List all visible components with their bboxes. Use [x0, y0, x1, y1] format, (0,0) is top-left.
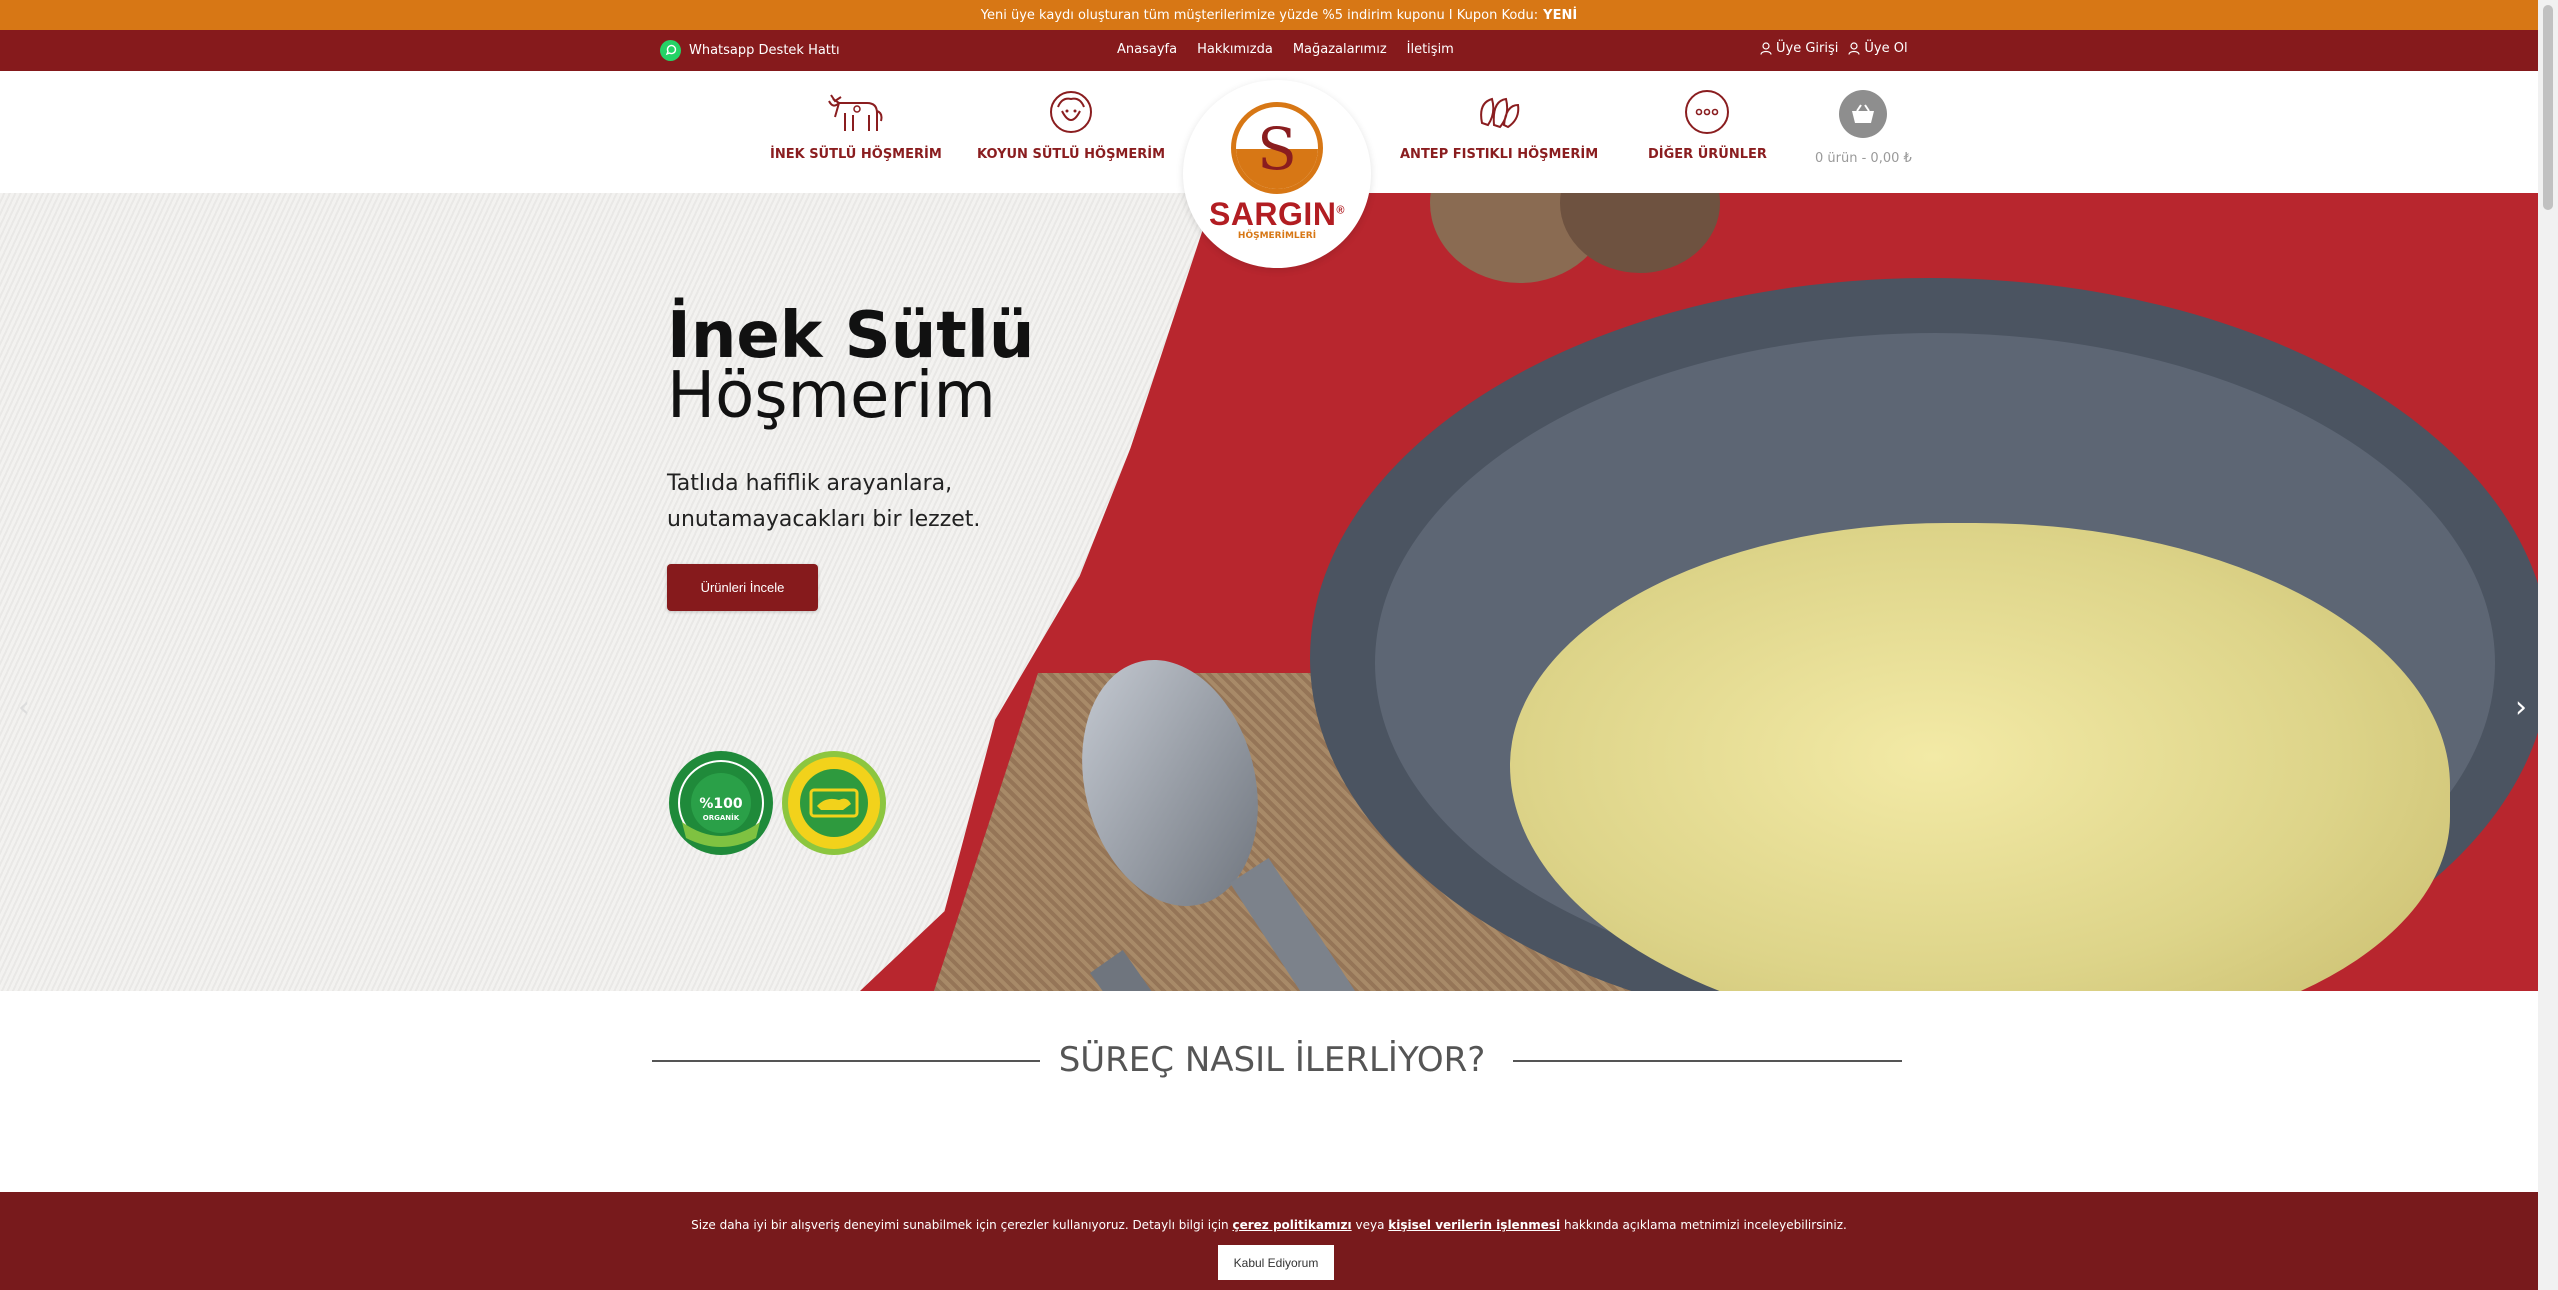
- top-links: Anasayfa Hakkımızda Mağazalarımız İletiş…: [1117, 42, 1454, 57]
- cart-summary: 0 ürün - 0,00 ₺: [1815, 151, 1912, 166]
- slider-next-arrow[interactable]: ›: [2515, 690, 2527, 725]
- top-link-home[interactable]: Anasayfa: [1117, 42, 1177, 57]
- scrollbar-thumb[interactable]: [2543, 5, 2553, 210]
- basket-icon: [1839, 90, 1888, 138]
- hero-subtitle: Tatlıda hafiflik arayanlara, unutamayaca…: [667, 471, 981, 532]
- pistachio-icon: [1480, 97, 1520, 129]
- logo-subtitle: HÖŞMERİMLERİ: [1237, 231, 1317, 241]
- local-production-badge: [781, 750, 887, 856]
- account-links: Üye Girişi Üye Ol: [1760, 41, 1908, 56]
- sargin-logo[interactable]: S SARGIN® HÖŞMERİMLERİ: [1183, 80, 1371, 268]
- logo-letter: S: [1257, 115, 1297, 183]
- cookie-policy-link[interactable]: çerez politikamızı: [1232, 1218, 1351, 1232]
- logo-wordmark: SARGIN®: [1208, 196, 1346, 232]
- cow-icon: [827, 94, 883, 131]
- organic-sugar-badge: %100 ORGANİK: [668, 750, 774, 856]
- view-products-button[interactable]: Ürünleri İncele: [667, 564, 818, 611]
- top-bar: Whatsapp Destek Hattı Anasayfa Hakkımızd…: [0, 30, 2558, 71]
- divider-line: [1513, 1060, 1902, 1062]
- announcement-text: Yeni üye kaydı oluşturan tüm müşterileri…: [980, 7, 1539, 23]
- svg-text:ORGANİK: ORGANİK: [703, 813, 740, 822]
- cookie-consent-bar: Size daha iyi bir alışveriş deneyimi sun…: [0, 1192, 2538, 1290]
- register-link[interactable]: Üye Ol: [1848, 41, 1908, 56]
- nav-label: DİĞER ÜRÜNLER: [1648, 147, 1767, 162]
- nav-pistachio[interactable]: ANTEP FISTIKLI HÖŞMERİM: [1400, 89, 1598, 162]
- top-link-about[interactable]: Hakkımızda: [1197, 42, 1273, 57]
- nav-other-products[interactable]: DİĞER ÜRÜNLER: [1648, 89, 1767, 162]
- top-link-contact[interactable]: İletişim: [1407, 42, 1454, 57]
- nav-sheep-milk[interactable]: KOYUN SÜTLÜ HÖŞMERİM: [977, 89, 1165, 162]
- slider-prev-arrow[interactable]: ‹: [18, 690, 30, 725]
- register-label: Üye Ol: [1864, 41, 1908, 56]
- whatsapp-link[interactable]: Whatsapp Destek Hattı: [660, 40, 840, 61]
- login-label: Üye Girişi: [1776, 41, 1839, 56]
- divider-line: [652, 1060, 1040, 1062]
- coupon-code: YENİ: [1543, 7, 1578, 23]
- cookie-text: Size daha iyi bir alışveriş deneyimi sun…: [691, 1218, 1847, 1232]
- login-link[interactable]: Üye Girişi: [1760, 41, 1838, 56]
- announcement-bar: Yeni üye kaydı oluşturan tüm müşterileri…: [0, 0, 2558, 30]
- personal-data-link[interactable]: kişisel verilerin işlenmesi: [1388, 1218, 1560, 1232]
- sheep-icon: [1050, 91, 1093, 133]
- process-section: [0, 991, 2538, 1191]
- page: Yeni üye kaydı oluşturan tüm müşterileri…: [0, 0, 2558, 1290]
- cart-button[interactable]: 0 ürün - 0,00 ₺: [1815, 90, 1912, 166]
- whatsapp-icon: [660, 40, 681, 61]
- nav-cow-milk[interactable]: İNEK SÜTLÜ HÖŞMERİM: [770, 89, 942, 162]
- logo-emblem: S: [1231, 102, 1323, 194]
- hero-title-line2: Höşmerim: [667, 359, 996, 433]
- svg-text:%100: %100: [699, 796, 743, 812]
- whatsapp-label: Whatsapp Destek Hattı: [689, 43, 840, 58]
- user-icon: [1848, 42, 1860, 55]
- more-icon: [1685, 90, 1730, 134]
- user-icon: [1760, 42, 1772, 55]
- nav-label: İNEK SÜTLÜ HÖŞMERİM: [770, 147, 942, 162]
- nav-label: KOYUN SÜTLÜ HÖŞMERİM: [977, 147, 1166, 162]
- top-link-stores[interactable]: Mağazalarımız: [1293, 42, 1387, 57]
- nav-label: ANTEP FISTIKLI HÖŞMERİM: [1400, 147, 1599, 162]
- accept-cookies-button[interactable]: Kabul Ediyorum: [1218, 1245, 1334, 1280]
- hero-slider: ‹ ›: [0, 193, 2538, 991]
- hero-title-line1: İnek Sütlü: [667, 299, 1035, 373]
- hero-title: İnek Sütlü Höşmerim: [667, 299, 1035, 433]
- process-title: SÜREÇ NASIL İLERLİYOR?: [1058, 1040, 1486, 1080]
